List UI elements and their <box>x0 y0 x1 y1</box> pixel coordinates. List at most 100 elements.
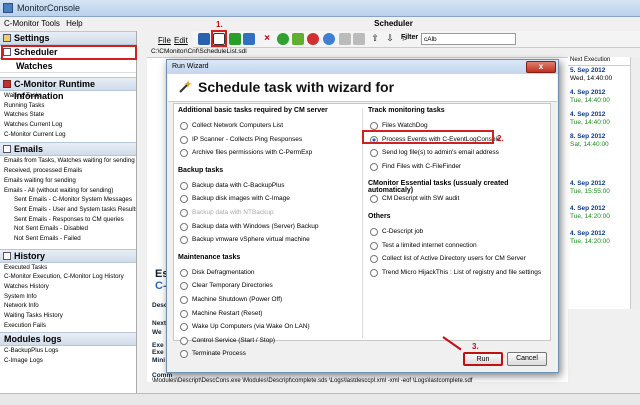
option-radio[interactable]: CM Descript with SW audit <box>364 192 549 206</box>
description-label: Next <box>152 320 167 327</box>
option-radio[interactable]: Wake Up Computers (via Wake On LAN) <box>174 320 359 334</box>
option-radio[interactable]: Machine Shutdown (Power Off) <box>174 293 359 307</box>
option-radio[interactable]: Disk Defragmentation <box>174 266 359 280</box>
triangle-icon <box>3 80 11 88</box>
menu-edit[interactable]: Edit <box>174 36 188 45</box>
next-execution-header: Next Execution <box>568 57 630 66</box>
nav-history-item[interactable]: Network Info <box>0 301 136 311</box>
radio-icon <box>370 149 378 158</box>
nav-email-item[interactable]: Emails from Tasks, Watches waiting for s… <box>0 156 136 166</box>
radio-icon <box>180 236 188 245</box>
option-radio[interactable]: Send log file(s) to admin's email addres… <box>364 146 549 160</box>
nav-email-item[interactable]: Received, processed Emails <box>0 166 136 176</box>
next-execution-item: 8. Sep 2012 Sat, 14:40:00 <box>570 133 609 149</box>
redo-icon[interactable] <box>353 33 365 45</box>
option-radio[interactable]: Backup vmware vSphere virtual machine <box>174 233 359 247</box>
option-radio[interactable]: Archive files permissions with C-PermExp <box>174 146 359 160</box>
option-label: IP Scanner - Collects Ping Responses <box>192 135 303 143</box>
radio-icon <box>370 162 378 171</box>
option-radio[interactable]: Clear Temporary Directories <box>174 279 359 293</box>
nav-history-item[interactable]: Execution Fails <box>0 321 136 331</box>
nav-email-item[interactable]: Sent Emails - User and System tasks Resu… <box>0 205 136 215</box>
option-radio[interactable]: Find Files with C-FileFinder <box>364 160 549 174</box>
nav-runtime-item[interactable]: C-Monitor Current Log <box>0 130 136 140</box>
close-icon[interactable]: x <box>526 61 556 73</box>
description-label: Exe <box>152 349 164 356</box>
option-radio[interactable]: Backup data with C-BackupPlus <box>174 179 359 193</box>
option-radio[interactable]: Control Service (Start / Stop) <box>174 334 359 348</box>
nav-settings[interactable]: Settings <box>0 31 136 45</box>
status-bar <box>0 393 640 405</box>
nav-email-item[interactable]: Not Sent Emails - Failed <box>0 234 136 244</box>
nav-runtime[interactable]: C-Monitor Runtime Information <box>0 77 136 101</box>
option-radio[interactable]: Terminate Process <box>174 347 359 361</box>
properties-icon[interactable] <box>243 33 255 45</box>
save-icon[interactable] <box>198 33 210 45</box>
nav-modules[interactable]: Modules logs <box>0 332 136 347</box>
add-icon[interactable] <box>229 33 241 45</box>
option-radio[interactable]: C-Descript job <box>364 225 549 239</box>
nav-history-item[interactable]: Executed Tasks <box>0 263 136 273</box>
run-button[interactable]: Run <box>463 352 503 366</box>
nav-runtime-item[interactable]: Watches Current Log <box>0 120 136 130</box>
nav-history-item[interactable]: C-Monitor Execution, C-Monitor Log Histo… <box>0 272 136 282</box>
nav-history-item[interactable]: Waiting Tasks History <box>0 311 136 321</box>
task-list-scrollbar[interactable] <box>630 57 640 309</box>
next-execution-item: 5. Sep 2012 Wed, 14:40:00 <box>570 67 612 83</box>
option-radio[interactable]: Collect list of Active Directory users f… <box>364 252 549 266</box>
delete-icon[interactable]: × <box>261 33 273 45</box>
nav-email-item[interactable]: Sent Emails - Responses to CM queries <box>0 215 136 225</box>
stop-icon[interactable] <box>307 33 319 45</box>
nav-email-item[interactable]: Sent Emails - C-Monitor System Messages <box>0 195 136 205</box>
description-label: Mini <box>152 357 165 364</box>
nav-history[interactable]: History <box>0 248 136 263</box>
nav-history-item[interactable]: Watches History <box>0 282 136 292</box>
option-radio[interactable]: Backup disk images with C-Image <box>174 192 359 206</box>
wizard-highlight-box <box>211 30 227 47</box>
nav-emails[interactable]: Emails <box>0 142 136 157</box>
option-label: Terminate Process <box>192 350 246 358</box>
option-radio[interactable]: Machine Restart (Reset) <box>174 307 359 321</box>
play-icon[interactable] <box>323 33 335 45</box>
move-down-icon[interactable]: ⇩ <box>384 33 396 45</box>
menu-cmonitor-tools[interactable]: C-Monitor Tools <box>4 19 60 28</box>
option-label: CM Descript with SW audit <box>382 195 460 203</box>
radio-icon <box>180 282 188 291</box>
nav-runtime-item[interactable]: Running Tasks <box>0 101 136 111</box>
menu-file[interactable]: File <box>158 36 171 45</box>
radio-icon <box>370 255 378 264</box>
option-radio[interactable]: Test a limited internet connection <box>364 239 549 253</box>
main-menu: C-Monitor Tools Help <box>0 17 146 31</box>
nav-watches[interactable]: Watches <box>0 59 136 73</box>
nav-runtime-item[interactable]: Watches State <box>0 110 136 120</box>
process-events-highlight-box <box>362 130 494 144</box>
nav-module-item[interactable]: C-BackupPlus Logs <box>0 346 136 356</box>
option-label: Machine Shutdown (Power Off) <box>192 295 283 303</box>
nav-email-item[interactable]: Emails waiting for sending <box>0 176 136 186</box>
option-group-heading: Additional basic tasks required by CM se… <box>178 107 328 114</box>
option-radio[interactable]: Collect Network Computers List <box>174 119 359 133</box>
nav-email-item[interactable]: Emails - All (without waiting for sendin… <box>0 186 136 196</box>
nav-module-item[interactable]: C-Image Logs <box>0 356 136 366</box>
filter-input[interactable]: cAlb <box>421 33 516 45</box>
radio-icon <box>180 323 188 332</box>
menu-help[interactable]: Help <box>66 19 82 28</box>
check-icon[interactable] <box>292 33 304 45</box>
option-label: Control Service (Start / Stop) <box>192 336 276 344</box>
option-label: Find Files with C-FileFinder <box>382 162 462 170</box>
option-radio[interactable]: Backup data with Windows (Server) Backup <box>174 220 359 234</box>
dialog-title-bar: Run Wizard x <box>167 60 558 74</box>
description-title-b: C- <box>155 280 167 292</box>
nav-email-item[interactable]: Not Sent Emails - Disabled <box>0 224 136 234</box>
move-up-icon[interactable]: ⇧ <box>369 33 381 45</box>
option-radio[interactable]: Trend Micro HijackThis : List of registr… <box>364 266 549 280</box>
option-radio[interactable]: IP Scanner - Collects Ping Responses <box>174 133 359 147</box>
nav-history-item[interactable]: System Info <box>0 292 136 302</box>
option-label: Test a limited internet connection <box>382 241 477 249</box>
options-left-column: Additional basic tasks required by CM se… <box>174 104 359 361</box>
option-label: Trend Micro HijackThis : List of registr… <box>382 268 542 276</box>
cancel-button[interactable]: Cancel <box>507 352 547 366</box>
undo-icon[interactable] <box>339 33 351 45</box>
modules-list: C-BackupPlus Logs C-Image Logs <box>0 346 136 365</box>
enable-icon[interactable] <box>277 33 289 45</box>
